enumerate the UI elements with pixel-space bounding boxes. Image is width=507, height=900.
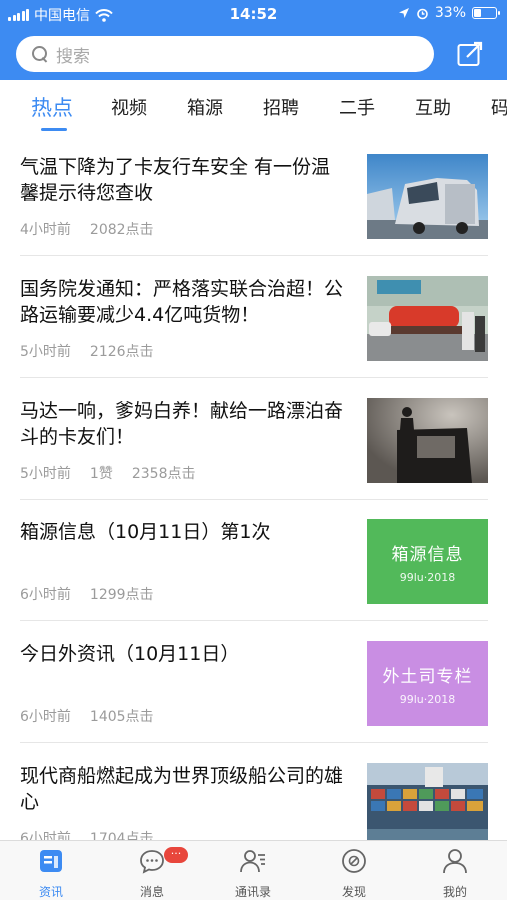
article-time: 6小时前 (20, 709, 71, 725)
bottom-nav: 资讯 ··· 消息 通讯录 发现 我的 (0, 840, 507, 900)
thumbnail-title: 外土司专栏 (382, 666, 473, 687)
column-thumbnail: 外土司专栏 99lu·2018 (367, 641, 488, 726)
article-clicks: 2082点击 (89, 222, 154, 238)
nav-label: 通讯录 (234, 885, 271, 899)
active-tab-indicator (41, 128, 67, 131)
search-placeholder: 搜索 (56, 46, 90, 67)
article-time: 6小时前 (20, 587, 71, 603)
news-icon (40, 850, 62, 872)
article-clicks: 2358点击 (131, 466, 196, 482)
truck-photo (367, 154, 488, 239)
thumbnail-subtitle: 99lu·2018 (399, 692, 456, 706)
alarm-icon (417, 8, 428, 19)
discover-icon (342, 849, 366, 873)
article-title: 箱源信息（10月11日）第1次 (20, 521, 271, 543)
battery-percent: 33% (434, 5, 466, 21)
nav-label: 我的 (442, 885, 467, 899)
compose-icon[interactable] (456, 40, 484, 68)
list-item[interactable]: 箱源信息（10月11日）第1次 6小时前 1299点击 箱源信息 99lu·20… (0, 499, 507, 621)
list-item[interactable]: 今日外资讯（10月11日） 6小时前 1405点击 外土司专栏 99lu·201… (0, 621, 507, 743)
thumbnail-title: 箱源信息 (391, 544, 464, 565)
unread-badge: ··· (164, 847, 188, 863)
nav-messages[interactable]: ··· 消息 (112, 847, 192, 900)
silhouette-photo (367, 398, 488, 483)
category-tabs: 热点 视频 箱源 招聘 二手 互助 码 (0, 80, 507, 134)
nav-news[interactable]: 资讯 (11, 847, 91, 900)
nav-discover[interactable]: 发现 (314, 847, 394, 900)
article-time: 5小时前 (20, 466, 71, 482)
article-likes: 1赞 (89, 466, 113, 482)
tanker-truck-photo (367, 276, 488, 361)
cargo-info-thumbnail: 箱源信息 99lu·2018 (367, 519, 488, 604)
nav-label: 消息 (139, 885, 164, 899)
list-item[interactable]: 马达一响，爹妈白养！献给一路漂泊奋斗的卡友们！ 5小时前 1赞 2358点击 (0, 378, 507, 500)
profile-icon (443, 849, 467, 874)
search-icon (32, 46, 48, 62)
app-header: 中国电信 14:52 33% 搜索 (0, 0, 507, 80)
article-title: 现代商船燃起成为世界顶级船公司的雄心 (20, 765, 344, 813)
article-title: 气温下降为了卡友行车安全 有一份温馨提示待您查收 (20, 156, 331, 204)
article-time: 4小时前 (20, 222, 71, 238)
tab-hot[interactable]: 热点 (31, 92, 73, 122)
article-clicks: 1299点击 (89, 587, 154, 603)
nav-profile[interactable]: 我的 (415, 847, 495, 900)
tab-more[interactable]: 码 (491, 94, 507, 120)
battery-level (474, 9, 481, 17)
tab-cargo[interactable]: 箱源 (187, 94, 223, 120)
article-clicks: 1405点击 (89, 709, 154, 725)
tab-mutual-help[interactable]: 互助 (415, 94, 451, 120)
list-item[interactable]: 国务院发通知：严格落实联合治超！公路运输要减少4.4亿吨货物！ 5小时前 212… (0, 256, 507, 378)
article-title: 国务院发通知：严格落实联合治超！公路运输要减少4.4亿吨货物！ (20, 278, 344, 326)
article-clicks: 2126点击 (89, 344, 154, 360)
contacts-icon (240, 850, 265, 873)
tab-jobs[interactable]: 招聘 (263, 94, 299, 120)
article-title: 今日外资讯（10月11日） (20, 643, 240, 665)
list-item[interactable]: 气温下降为了卡友行车安全 有一份温馨提示待您查收 4小时前 2082点击 (0, 134, 507, 256)
chat-icon (140, 850, 164, 874)
tab-video[interactable]: 视频 (111, 94, 147, 120)
location-arrow-icon (398, 8, 409, 18)
nav-contacts[interactable]: 通讯录 (213, 847, 293, 900)
nav-label: 发现 (341, 885, 366, 899)
thumbnail-subtitle: 99lu·2018 (399, 570, 456, 584)
search-input[interactable]: 搜索 (16, 36, 434, 72)
article-time: 5小时前 (20, 344, 71, 360)
status-bar: 中国电信 14:52 33% (0, 0, 507, 28)
article-title: 马达一响，爹妈白养！献给一路漂泊奋斗的卡友们！ (20, 400, 344, 448)
container-ship-photo (367, 763, 488, 848)
tab-secondhand[interactable]: 二手 (339, 94, 375, 120)
nav-label: 资讯 (38, 885, 63, 899)
battery-icon (472, 7, 500, 19)
